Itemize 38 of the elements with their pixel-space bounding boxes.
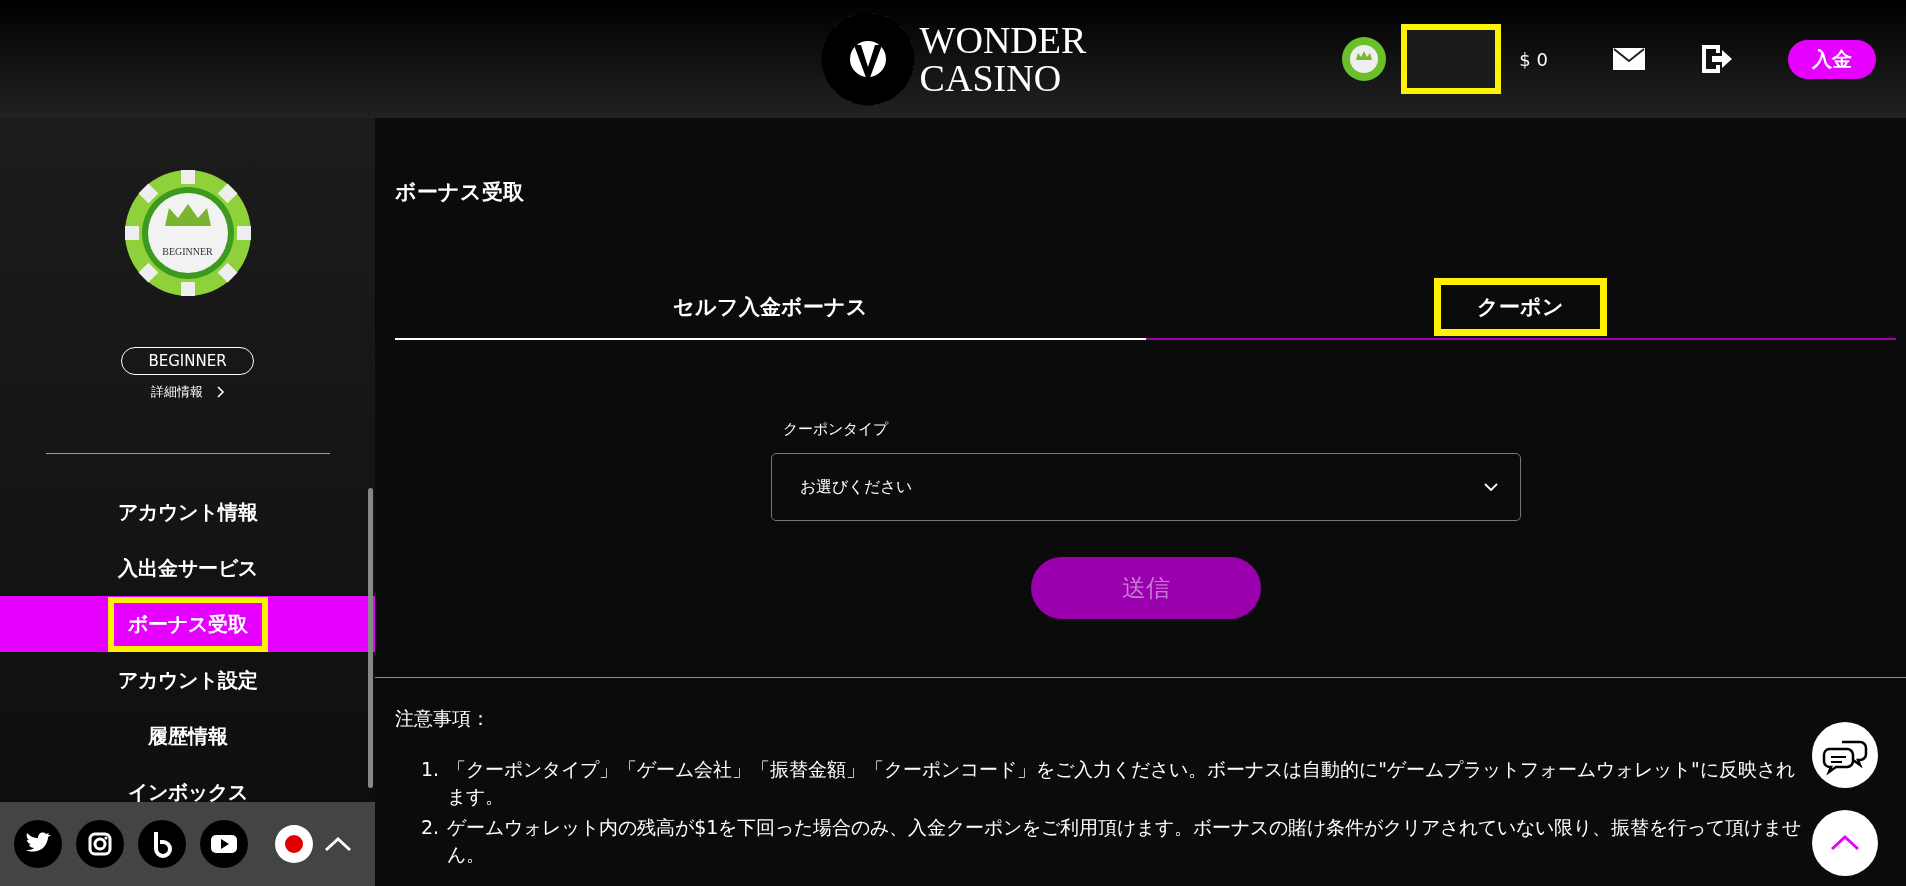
play-icon[interactable] xyxy=(200,820,248,868)
note-text: ゲームウォレット内の残高が$1を下回った場合のみ、入金クーポンをご利用頂けます。ボーナスの賭け条件がクリアされていない限り、振替を行って頂けません。 xyxy=(447,815,1803,867)
chip-label: BEGINNER xyxy=(162,246,213,257)
details-link[interactable]: 詳細情報 xyxy=(150,383,225,401)
balance-text: $ 0 xyxy=(1519,48,1548,70)
menu-item[interactable]: アカウント設定 xyxy=(105,658,270,702)
logout-icon[interactable] xyxy=(1700,43,1734,75)
menu-item[interactable]: 入出金サービス xyxy=(105,546,270,590)
notes-title: 注意事項： xyxy=(395,706,491,731)
camera-icon[interactable] xyxy=(76,820,124,868)
page-title: ボーナス受取 xyxy=(395,179,525,206)
chevron-down-icon xyxy=(1483,483,1498,491)
menu-item[interactable]: 履歴情報 xyxy=(135,714,240,758)
chevron-right-icon xyxy=(216,386,225,398)
note-text: 「クーポンタイプ」「ゲーム会社」「振替金額」「クーポンコード」をご入力ください。ボーナスは自動的に"ゲームプラットフォームウォレット"に反映されます。 xyxy=(447,757,1796,809)
menu-item[interactable]: インボックス xyxy=(115,770,260,802)
chip-avatar-icon xyxy=(1341,36,1388,82)
coupon-type-select[interactable]: お選びください xyxy=(770,453,1521,521)
mail-icon[interactable] xyxy=(1612,47,1646,71)
tab[interactable]: セルフ入金ボーナス xyxy=(395,276,1146,340)
caret-up-icon[interactable] xyxy=(324,836,352,852)
list-number: 2. xyxy=(421,815,440,840)
field-label: クーポンタイプ xyxy=(781,420,890,439)
scroll-top-icon[interactable] xyxy=(1812,810,1878,876)
bird-icon[interactable] xyxy=(14,820,62,868)
logo-text: WONDER xyxy=(919,21,1087,59)
logo-text: CASINO xyxy=(919,59,1063,97)
scrollbar[interactable] xyxy=(368,488,373,788)
tab-label-highlight: クーポン xyxy=(1434,278,1608,336)
menu-item[interactable]: ボーナス受取 xyxy=(107,596,268,652)
deposit-button[interactable]: 入金 xyxy=(1788,39,1876,79)
tab[interactable]: クーポン xyxy=(1145,276,1896,340)
b-logo-icon[interactable] xyxy=(138,820,186,868)
menu-item[interactable]: アカウント情報 xyxy=(105,490,270,534)
list-number: 1. xyxy=(421,757,440,782)
chat-bubbles-icon[interactable] xyxy=(1812,722,1878,788)
flag-icon[interactable] xyxy=(274,824,314,864)
tab-label-highlight: セルフ入金ボーナス xyxy=(671,294,869,321)
